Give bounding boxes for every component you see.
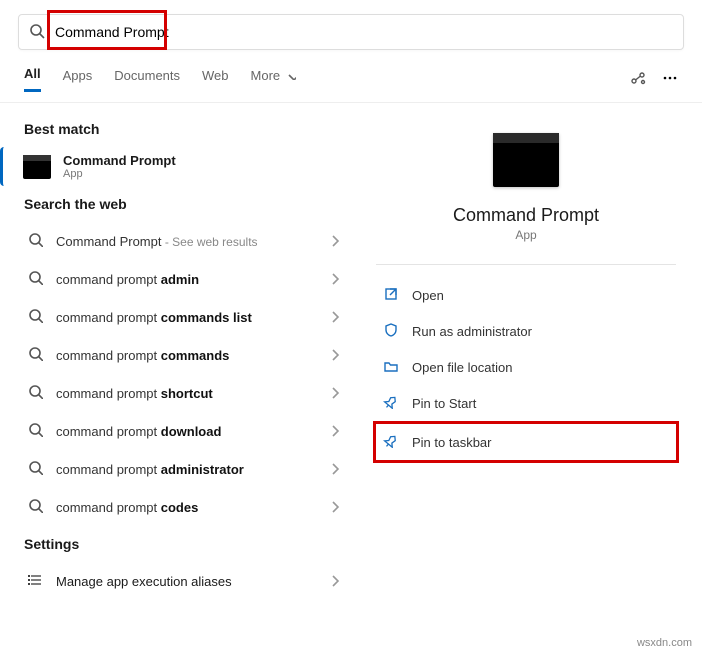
chevron-right-icon bbox=[328, 347, 340, 364]
settings-item-label: Manage app execution aliases bbox=[56, 574, 316, 589]
more-options-icon[interactable] bbox=[662, 70, 678, 89]
web-result[interactable]: Command Prompt - See web results bbox=[0, 222, 360, 260]
section-search-web: Search the web bbox=[0, 186, 360, 222]
search-input[interactable] bbox=[55, 24, 673, 40]
best-match-name: Command Prompt bbox=[63, 153, 176, 168]
tab-all[interactable]: All bbox=[24, 66, 41, 92]
action-label: Open bbox=[412, 288, 444, 303]
search-bar[interactable] bbox=[18, 14, 684, 50]
web-result-text: command prompt admin bbox=[56, 272, 316, 287]
chevron-right-icon bbox=[328, 271, 340, 288]
pin-icon bbox=[382, 394, 398, 412]
results-column: Best match Command Prompt App Search the… bbox=[0, 103, 360, 600]
web-result[interactable]: command prompt codes bbox=[0, 488, 360, 526]
list-icon bbox=[28, 572, 44, 590]
pin-icon bbox=[382, 433, 398, 451]
search-icon bbox=[28, 498, 44, 516]
action-open[interactable]: Open bbox=[376, 277, 676, 313]
section-settings: Settings bbox=[0, 526, 360, 562]
chevron-right-icon bbox=[328, 461, 340, 478]
web-result[interactable]: command prompt commands bbox=[0, 336, 360, 374]
web-result-text: Command Prompt - See web results bbox=[56, 234, 316, 249]
action-pin-to-start[interactable]: Pin to Start bbox=[376, 385, 676, 421]
web-result[interactable]: command prompt administrator bbox=[0, 450, 360, 488]
detail-pane: Command Prompt App Open Run as administra… bbox=[360, 103, 702, 600]
web-result-text: command prompt commands list bbox=[56, 310, 316, 325]
search-icon bbox=[28, 232, 44, 250]
tab-more[interactable]: More bbox=[251, 68, 296, 91]
folder-icon bbox=[382, 358, 398, 376]
web-result[interactable]: command prompt download bbox=[0, 412, 360, 450]
action-open-file-location[interactable]: Open file location bbox=[376, 349, 676, 385]
filter-tabs: All Apps Documents Web More bbox=[0, 50, 702, 103]
web-result-text: command prompt commands bbox=[56, 348, 316, 363]
action-label: Open file location bbox=[412, 360, 512, 375]
search-icon bbox=[28, 270, 44, 288]
search-panel: All Apps Documents Web More Best match C… bbox=[0, 0, 702, 600]
chevron-down-icon bbox=[286, 72, 296, 83]
web-result[interactable]: command prompt commands list bbox=[0, 298, 360, 336]
share-icon[interactable] bbox=[630, 70, 646, 89]
section-best-match: Best match bbox=[0, 111, 360, 147]
open-icon bbox=[382, 286, 398, 304]
web-result-text: command prompt download bbox=[56, 424, 316, 439]
action-label: Run as administrator bbox=[412, 324, 532, 339]
chevron-right-icon bbox=[328, 573, 340, 590]
chevron-right-icon bbox=[328, 233, 340, 250]
web-result-text: command prompt shortcut bbox=[56, 386, 316, 401]
watermark: wsxdn.com bbox=[637, 637, 692, 649]
chevron-right-icon bbox=[328, 385, 340, 402]
web-result[interactable]: command prompt admin bbox=[0, 260, 360, 298]
search-icon bbox=[28, 422, 44, 440]
action-pin-to-taskbar[interactable]: Pin to taskbar bbox=[373, 421, 679, 463]
tab-web[interactable]: Web bbox=[202, 68, 229, 91]
chevron-right-icon bbox=[328, 309, 340, 326]
tab-apps[interactable]: Apps bbox=[63, 68, 93, 91]
action-label: Pin to taskbar bbox=[412, 435, 492, 450]
best-match-sub: App bbox=[63, 168, 176, 180]
settings-item[interactable]: Manage app execution aliases bbox=[0, 562, 360, 600]
web-result-text: command prompt codes bbox=[56, 500, 316, 515]
chevron-right-icon bbox=[328, 423, 340, 440]
action-label: Pin to Start bbox=[412, 396, 476, 411]
search-icon bbox=[28, 346, 44, 364]
best-match-item[interactable]: Command Prompt App bbox=[0, 147, 360, 186]
search-icon bbox=[28, 460, 44, 478]
shield-icon bbox=[382, 322, 398, 340]
action-run-as-administrator[interactable]: Run as administrator bbox=[376, 313, 676, 349]
search-icon bbox=[28, 308, 44, 326]
search-icon bbox=[28, 384, 44, 402]
app-large-icon bbox=[493, 133, 559, 187]
divider bbox=[376, 264, 676, 265]
web-result[interactable]: command prompt shortcut bbox=[0, 374, 360, 412]
web-result-text: command prompt administrator bbox=[56, 462, 316, 477]
chevron-right-icon bbox=[328, 499, 340, 516]
command-prompt-icon bbox=[23, 155, 51, 179]
detail-title: Command Prompt bbox=[376, 205, 676, 226]
tab-documents[interactable]: Documents bbox=[114, 68, 180, 91]
detail-subtitle: App bbox=[376, 228, 676, 242]
search-icon bbox=[29, 23, 45, 42]
